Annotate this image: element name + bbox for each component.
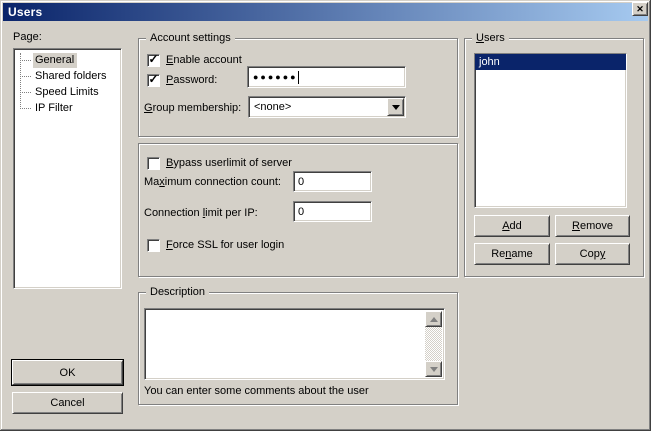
tree-item-shared-folders[interactable]: Shared folders [14,68,121,84]
tree-connector [20,76,31,77]
enable-account-checkbox[interactable] [147,54,160,67]
tree-item-label: General [33,53,77,68]
remove-button[interactable]: Remove [555,215,630,237]
ok-button-label: OK [60,367,76,379]
connection-limits-group: Bypass userlimit of server Maximum conne… [138,143,458,277]
users-group: Users john Add Remove Rename Copy [464,38,644,277]
close-button[interactable]: ✕ [632,2,648,16]
group-membership-value: <none> [254,101,291,113]
tree-item-label: Shared folders [33,69,110,84]
tree-connector [20,92,31,93]
password-checkbox[interactable] [147,74,160,87]
window-title: Users [8,5,42,19]
force-ssl-label: Force SSL for user login [166,239,284,251]
description-group: Description You can enter some comments … [138,292,458,405]
description-textarea[interactable] [144,308,445,380]
ip-limit-input[interactable] [293,201,372,222]
user-list-item[interactable]: john [475,54,626,70]
password-masked-value: ●●●●●● [253,73,298,82]
add-button[interactable]: Add [474,215,550,237]
copy-button[interactable]: Copy [555,243,630,265]
max-connections-input[interactable] [293,171,372,192]
tree-item-label: Speed Limits [33,85,102,100]
account-settings-caption: Account settings [146,31,235,45]
ip-limit-label: Connection limit per IP: [144,207,258,220]
scroll-up-icon [430,317,438,322]
rename-button[interactable]: Rename [474,243,550,265]
users-listbox: john [474,53,627,208]
users-dialog: Users ✕ Page: General Shared folders Spe… [0,0,651,431]
page-tree: General Shared folders Speed Limits IP F… [13,48,122,289]
text-cursor [298,71,299,84]
dropdown-button[interactable] [387,98,404,116]
scroll-up-button[interactable] [425,311,442,327]
cancel-button[interactable]: Cancel [12,392,123,414]
group-membership-label: Group membership: [144,102,241,115]
add-button-label: Add [502,220,522,232]
rename-button-label: Rename [491,248,533,260]
tree-connector [20,60,31,61]
force-ssl-checkbox[interactable] [147,239,160,252]
bypass-userlimit-label: Bypass userlimit of server [166,157,292,169]
remove-button-label: Remove [572,220,613,232]
tree-item-label: IP Filter [33,101,76,116]
password-input[interactable]: ●●●●●● [247,66,406,88]
titlebar: Users [3,3,648,21]
tree-item-ip-filter[interactable]: IP Filter [14,100,121,116]
max-connections-label: Maximum connection count: [144,176,281,189]
close-icon: ✕ [636,5,644,14]
tree-item-speed-limits[interactable]: Speed Limits [14,84,121,100]
enable-account-label: Enable account [166,54,242,66]
description-scrollbar[interactable] [425,311,442,377]
users-caption: Users [472,31,509,45]
chevron-down-icon [392,105,400,110]
description-helper-text: You can enter some comments about the us… [144,385,369,398]
page-label: Page: [13,31,42,44]
copy-button-label: Copy [580,248,606,260]
tree-item-general[interactable]: General [14,52,121,68]
account-settings-group: Account settings Enable account Password… [138,38,458,137]
tree-connector [20,108,31,109]
ok-button[interactable]: OK [12,360,123,385]
scroll-down-button[interactable] [425,361,442,377]
group-membership-select[interactable]: <none> [248,96,406,118]
cancel-button-label: Cancel [50,397,84,409]
description-caption: Description [146,285,209,299]
password-label: Password: [166,74,217,86]
bypass-userlimit-checkbox[interactable] [147,157,160,170]
scroll-down-icon [430,367,438,372]
